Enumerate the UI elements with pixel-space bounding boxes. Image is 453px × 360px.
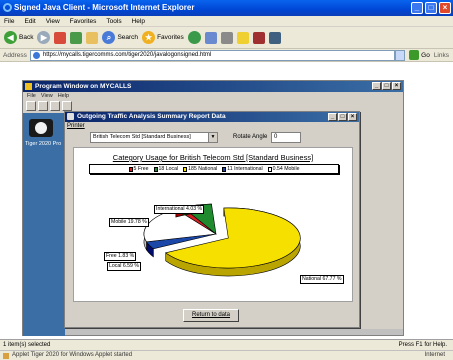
report-dialog: Outgoing Traffic Analysis Summary Report…	[64, 111, 360, 328]
slice-label-international: International 4.03 %	[154, 205, 205, 214]
menu-favorites[interactable]: Favorites	[70, 16, 97, 26]
forward-arrow-icon[interactable]: ▶	[37, 31, 51, 44]
browser-title: Signed Java Client - Microsoft Internet …	[14, 3, 195, 12]
favorites-label: Favorites	[157, 34, 184, 41]
links-button[interactable]: Links	[434, 52, 449, 59]
close-button[interactable]: ×	[439, 2, 451, 14]
menu-edit[interactable]: Edit	[24, 16, 35, 26]
pw-menu-file[interactable]: File	[27, 92, 36, 100]
address-bar: Address https://mycalls.tigercomms.com/t…	[0, 49, 453, 62]
menu-file[interactable]: File	[4, 16, 14, 26]
dlg-minimize-button[interactable]: _	[328, 113, 337, 121]
rotate-angle-label: Rotate Angle	[233, 134, 268, 140]
status-help: Press F1 for Help.	[398, 342, 447, 348]
return-to-data-button[interactable]: Return to data	[183, 309, 239, 322]
address-dropdown-button[interactable]	[395, 49, 406, 61]
pw-menu-help[interactable]: Help	[58, 92, 69, 100]
slice-label-local: Local 6.59 %	[107, 262, 141, 271]
address-label: Address	[3, 51, 27, 59]
rotate-angle-input[interactable]: 0	[271, 132, 301, 143]
pw-maximize-button[interactable]: □	[382, 82, 391, 90]
favorites-button[interactable]: ★ Favorites	[142, 31, 184, 44]
program-window-title: Program Window on MYCALLS	[35, 83, 132, 90]
search-button[interactable]: ⌕ Search	[102, 31, 138, 44]
legend-item-national: 185 National	[183, 166, 217, 172]
pw-tool-3-icon[interactable]	[50, 101, 60, 111]
search-label: Search	[117, 34, 139, 41]
browser-toolbar: ◀ Back ▶ ⌕ Search ★ Favorites	[0, 27, 453, 49]
menu-tools[interactable]: Tools	[106, 16, 121, 26]
status-text: 1 item(s) selected	[3, 342, 51, 348]
legend-item-local: 18 Local	[153, 166, 178, 172]
pw-minimize-button[interactable]: _	[372, 82, 381, 90]
ie-logo-icon	[3, 3, 12, 12]
go-button[interactable]: Go	[409, 50, 430, 60]
company-select-value: British Telecom Std [Standard Business]	[93, 134, 191, 140]
legend-item-free: 5 Free	[128, 166, 149, 172]
tiger-logo-icon	[29, 119, 53, 137]
stop-icon[interactable]	[54, 31, 67, 44]
address-input[interactable]: https://mycalls.tigercomms.com/tiger2020…	[29, 49, 396, 61]
back-arrow-icon: ◀	[4, 31, 17, 44]
maximize-button[interactable]: □	[425, 2, 437, 14]
report-dialog-title: Outgoing Traffic Analysis Summary Report…	[77, 113, 226, 120]
pw-menu-view[interactable]: View	[41, 92, 53, 100]
browser-status-bar: 1 item(s) selected Press F1 for Help.	[0, 339, 453, 350]
program-window-title-bar: Program Window on MYCALLS _ □ ×	[23, 81, 403, 92]
legend-item-mobile: 0.54 Mobile	[267, 166, 299, 172]
chevron-down-icon[interactable]: ▼	[208, 133, 217, 142]
pw-tool-1-icon[interactable]	[26, 101, 36, 111]
slice-label-free: Free 1.83 %	[104, 252, 137, 261]
browser-menu-bar: File Edit View Favorites Tools Help	[0, 16, 453, 27]
menu-printer[interactable]: Printer	[65, 122, 359, 130]
company-select[interactable]: British Telecom Std [Standard Business] …	[90, 132, 218, 143]
slice-label-mobile: Mobile 19.78 %	[109, 218, 149, 227]
browser-title-bar: Signed Java Client - Microsoft Internet …	[0, 0, 453, 16]
minimize-button[interactable]: _	[411, 2, 423, 14]
back-label: Back	[19, 34, 34, 41]
dlg-maximize-button[interactable]: □	[338, 113, 347, 121]
folder-icon[interactable]	[236, 31, 249, 44]
back-button[interactable]: ◀ Back	[4, 31, 33, 44]
pw-tool-2-icon[interactable]	[38, 101, 48, 111]
legend-item-international: 11 International	[222, 166, 263, 172]
security-zone: Internet	[424, 352, 445, 358]
report-dialog-title-bar: Outgoing Traffic Analysis Summary Report…	[65, 112, 359, 122]
print-icon[interactable]	[220, 31, 233, 44]
menu-view[interactable]: View	[46, 16, 60, 26]
mail-icon[interactable]	[204, 31, 217, 44]
star-icon: ★	[142, 31, 156, 44]
pw-close-button[interactable]: ×	[392, 82, 401, 90]
menu-help[interactable]: Help	[132, 16, 145, 26]
slice-label-national: National 67.77 %	[300, 275, 344, 284]
pw-tool-4-icon[interactable]	[62, 101, 72, 111]
go-label: Go	[421, 51, 430, 59]
media-icon[interactable]	[252, 31, 265, 44]
applet-status-text: Applet Tiger 2020 for Windows Applet sta…	[12, 352, 133, 358]
chart-title: Category Usage for British Telecom Std […	[112, 153, 314, 162]
applet-status-bar: Applet Tiger 2020 for Windows Applet sta…	[0, 350, 453, 360]
home-icon[interactable]	[86, 31, 99, 44]
return-label: Return to data	[191, 312, 231, 318]
program-window-sidebar: Tiger 2020 Pro	[23, 113, 65, 336]
history-icon[interactable]	[187, 31, 201, 44]
pie-chart-panel: Category Usage for British Telecom Std […	[73, 147, 353, 302]
product-label: Tiger 2020 Pro	[25, 141, 62, 147]
program-window-menu: File View Help	[23, 92, 403, 100]
dlg-close-button[interactable]: ×	[348, 113, 357, 121]
program-window-scrollbar[interactable]	[65, 329, 403, 335]
search-icon: ⌕	[102, 31, 116, 44]
messenger-icon[interactable]	[268, 31, 281, 44]
go-arrow-icon	[409, 50, 420, 60]
chart-legend: 5 Free 18 Local 185 National 11 Internat…	[89, 164, 339, 174]
refresh-icon[interactable]	[70, 31, 83, 44]
